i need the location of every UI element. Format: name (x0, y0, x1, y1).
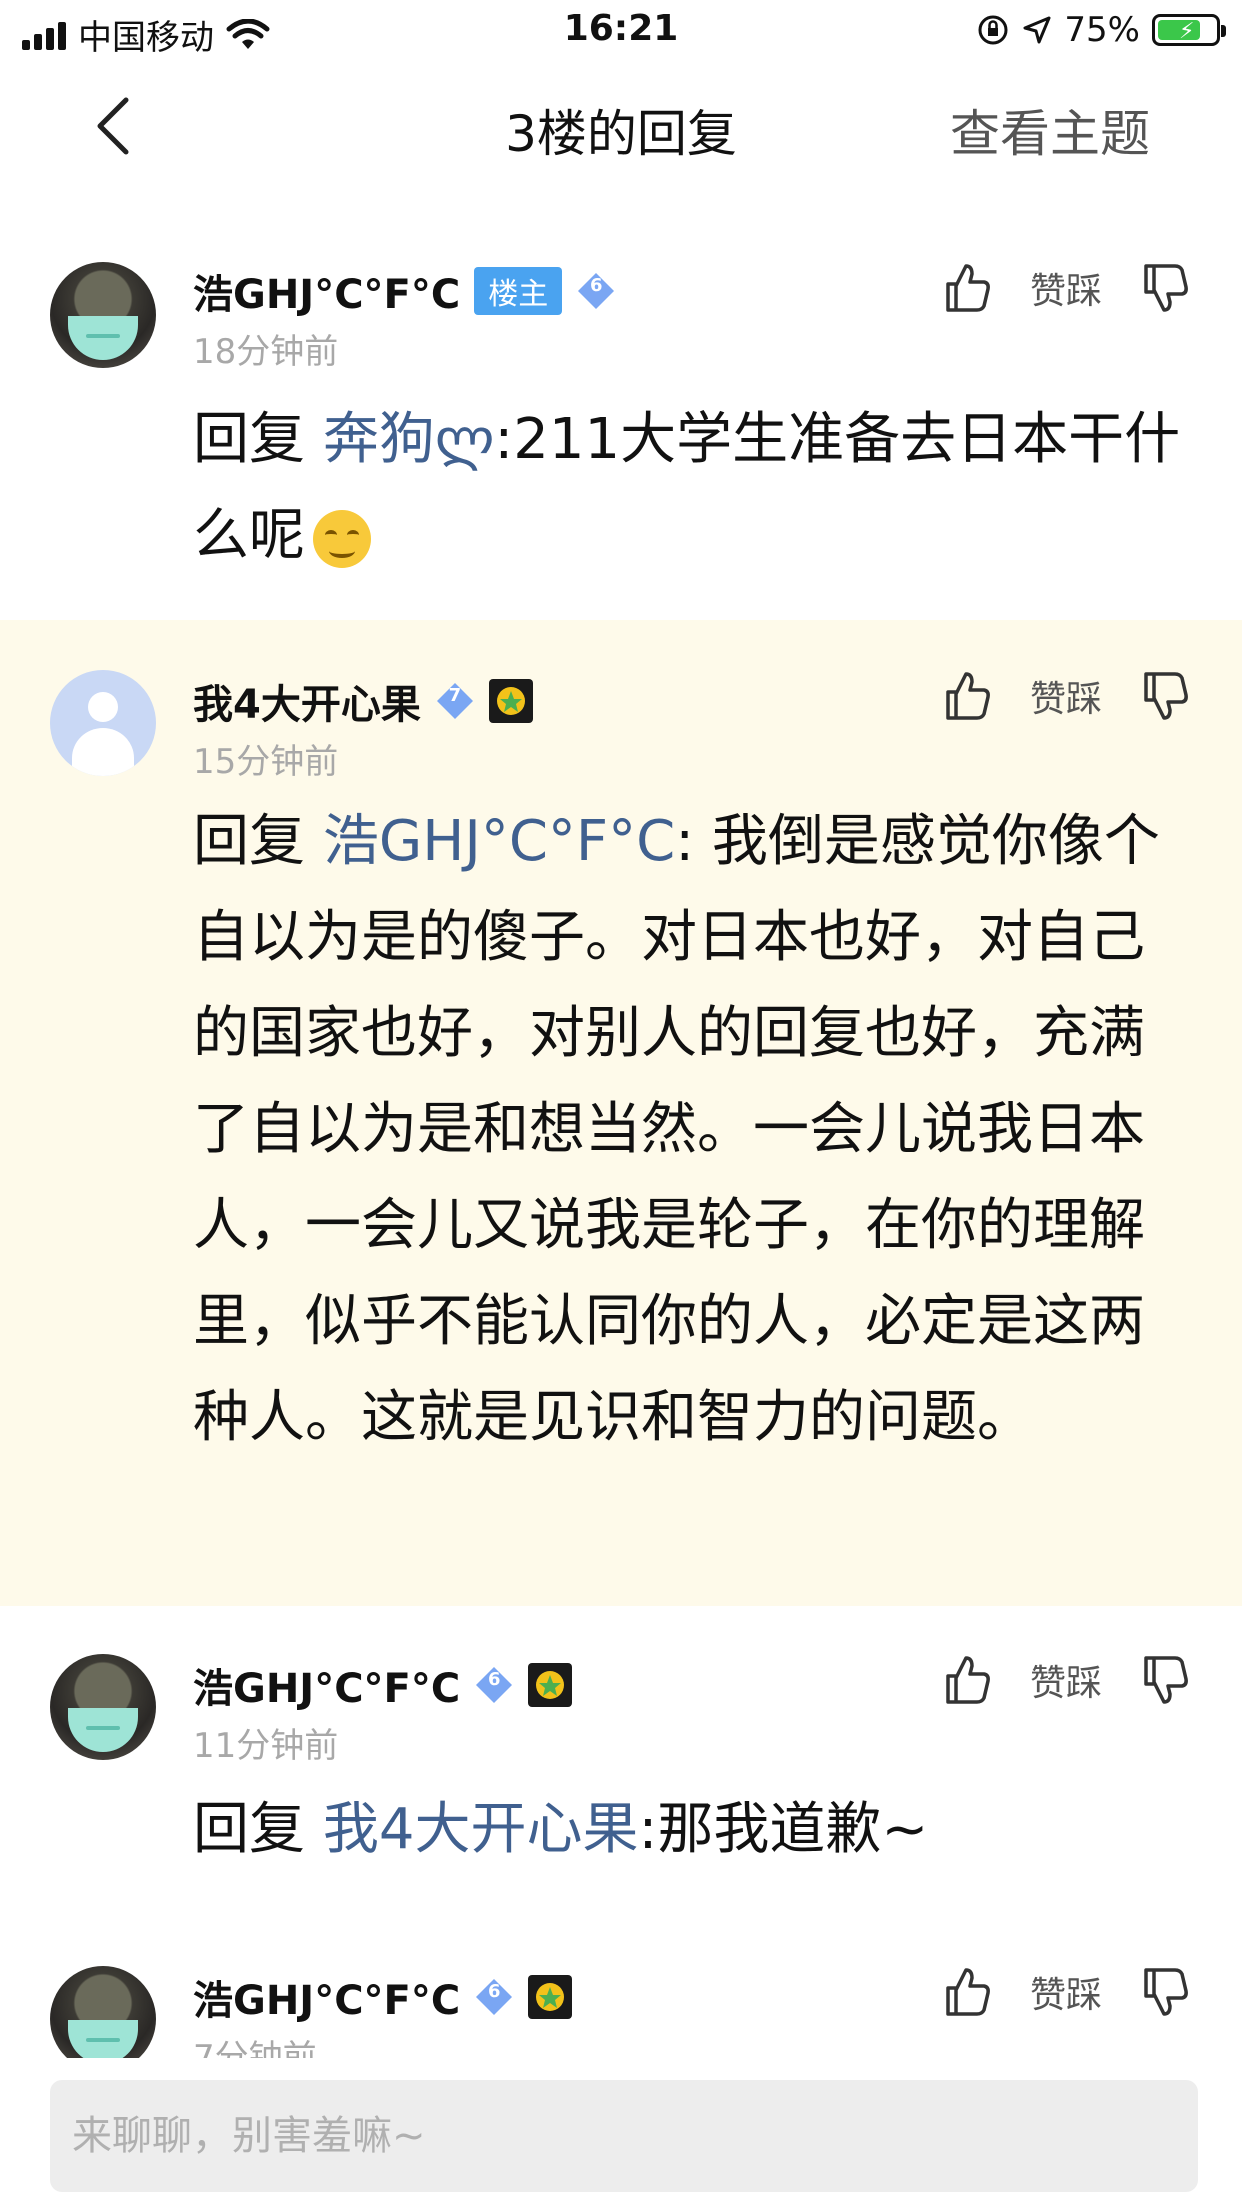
reply-content: 回复 浩GHJ°C°F°C: 我倒是感觉你像个自以为是的傻子。对日本也好，对自己… (193, 794, 1193, 1466)
reply-prefix: 回复 (193, 809, 323, 874)
level-badge: 7 (435, 681, 475, 721)
medal-icon (528, 1663, 573, 1707)
status-bar: 中国移动 16:21 75% ⚡ (0, 0, 1242, 62)
avatar[interactable] (50, 670, 156, 776)
thumbs-down-icon[interactable] (1140, 1654, 1190, 1706)
reply-content: 回复 奔狗ლ:211大学生准备去日本干什么呢 (193, 392, 1193, 584)
reply-prefix: 回复 (193, 407, 323, 472)
rotation-lock-icon (978, 15, 1008, 45)
vote-label: 赞踩 (1029, 271, 1102, 312)
vote-label: 赞踩 (1029, 679, 1102, 720)
view-topic-button[interactable]: 查看主题 (950, 94, 1150, 166)
smirk-emoji-icon (313, 509, 371, 568)
username[interactable]: 浩GHJ°C°F°C (193, 1656, 460, 1714)
reply-prefix: 回复 (193, 1797, 323, 1862)
thumbs-down-icon[interactable] (1140, 262, 1190, 314)
reply-text: :那我道歉~ (638, 1797, 929, 1862)
thumbs-up-icon[interactable] (942, 1654, 992, 1706)
owner-badge: 楼主 (474, 267, 563, 315)
post-time: 11分钟前 (193, 1726, 339, 1766)
post-time: 15分钟前 (193, 742, 339, 782)
nav-bar: 3楼的回复 查看主题 (0, 62, 1242, 192)
reply-content: 回复 我4大开心果:那我道歉~ (193, 1782, 1193, 1878)
avatar[interactable] (50, 1966, 156, 2058)
medal-icon (488, 679, 533, 723)
username[interactable]: 浩GHJ°C°F°C (193, 262, 460, 320)
username[interactable]: 浩GHJ°C°F°C (193, 1968, 460, 2026)
location-icon (1023, 16, 1051, 44)
avatar[interactable] (50, 1654, 156, 1760)
post-time: 18分钟前 (193, 332, 339, 372)
reply-item: 浩GHJ°C°F°C 6 11分钟前 赞踩 回复 我4大开心果:那我道歉~ (0, 1606, 1242, 1906)
comment-bar (0, 2058, 1242, 2208)
comment-input[interactable] (50, 2080, 1198, 2192)
post-time: 7分钟前 (193, 2038, 317, 2058)
mention-link[interactable]: 浩GHJ°C°F°C (323, 809, 675, 874)
avatar[interactable] (50, 262, 156, 368)
thumbs-up-icon[interactable] (942, 1966, 992, 2018)
thumbs-up-icon[interactable] (942, 262, 992, 314)
thumbs-up-icon[interactable] (942, 670, 992, 722)
reply-item: 浩GHJ°C°F°C 6 7分钟前 赞踩 (0, 1906, 1242, 2058)
battery-icon: ⚡ (1152, 14, 1226, 46)
vote-label: 赞踩 (1029, 1975, 1102, 2016)
level-badge: 6 (474, 1977, 514, 2017)
reply-item: 浩GHJ°C°F°C 楼主 6 18分钟前 赞踩 回复 奔狗ლ:211大学生准备… (0, 232, 1242, 620)
username[interactable]: 我4大开心果 (193, 672, 421, 730)
reply-item-highlighted: 我4大开心果 7 15分钟前 赞踩 回复 浩GHJ°C°F°C: 我倒是感觉你像… (0, 620, 1242, 1606)
reply-text: : 我倒是感觉你像个自以为是的傻子。对日本也好，对自己的国家也好，对别人的回复也… (193, 809, 1160, 1450)
level-badge: 6 (474, 1665, 514, 1705)
level-badge: 6 (576, 271, 616, 311)
mention-link[interactable]: 我4大开心果 (323, 1797, 639, 1862)
thumbs-down-icon[interactable] (1140, 670, 1190, 722)
battery-percent: 75% (1064, 10, 1140, 50)
mention-link[interactable]: 奔狗ლ (323, 407, 495, 472)
vote-label: 赞踩 (1029, 1663, 1102, 1704)
medal-icon (528, 1975, 573, 2019)
thumbs-down-icon[interactable] (1140, 1966, 1190, 2018)
